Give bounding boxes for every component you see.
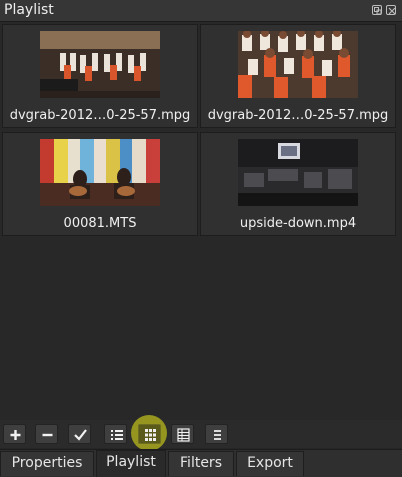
item-label: dvgrab-2012…0-25-57.mpg [207, 108, 389, 123]
tiles-view-icon [145, 429, 156, 441]
video-thumbnail [40, 31, 160, 98]
tab-export[interactable]: Export [236, 451, 304, 476]
tiles-view-button[interactable] [138, 424, 161, 444]
plus-icon [10, 430, 21, 440]
icons-view-icon [177, 428, 190, 442]
tab-label: Filters [180, 455, 222, 471]
item-label: dvgrab-2012…0-25-57.mpg [9, 108, 191, 123]
close-icon[interactable] [386, 5, 396, 15]
tab-playlist[interactable]: Playlist [96, 450, 166, 477]
tab-filters[interactable]: Filters [168, 451, 234, 476]
playlist-item[interactable]: dvgrab-2012…0-25-57.mpg [200, 24, 396, 128]
tab-bar: Properties Playlist Filters Export [0, 449, 402, 477]
minus-icon [42, 433, 53, 437]
playlist-view[interactable]: dvgrab-2012…0-25-57.mpg dvgrab-2012…0-25… [0, 22, 402, 420]
video-thumbnail [40, 139, 160, 206]
add-button[interactable] [3, 424, 26, 444]
tab-label: Export [247, 455, 293, 471]
icons-view-button[interactable] [171, 424, 194, 444]
video-thumbnail [238, 139, 358, 206]
menu-icon [214, 430, 221, 440]
item-label: upside-down.mp4 [239, 216, 357, 231]
playlist-item[interactable]: 00081.MTS [2, 132, 198, 236]
playlist-toolbar [0, 415, 402, 451]
details-view-button[interactable] [104, 424, 127, 444]
window-title: Playlist [4, 2, 54, 18]
video-thumbnail [238, 31, 358, 98]
tab-label: Properties [11, 455, 83, 471]
tab-label: Playlist [106, 454, 156, 470]
float-icon[interactable] [372, 5, 382, 15]
remove-button[interactable] [35, 424, 58, 444]
item-label: 00081.MTS [63, 216, 137, 231]
playlist-item[interactable]: dvgrab-2012…0-25-57.mpg [2, 24, 198, 128]
list-view-icon [111, 430, 123, 440]
update-button[interactable] [68, 424, 91, 444]
menu-button[interactable] [205, 424, 228, 444]
playlist-item[interactable]: upside-down.mp4 [200, 132, 396, 236]
tab-properties[interactable]: Properties [0, 451, 94, 476]
title-bar: Playlist [0, 0, 402, 22]
checkmark-icon [74, 429, 87, 441]
